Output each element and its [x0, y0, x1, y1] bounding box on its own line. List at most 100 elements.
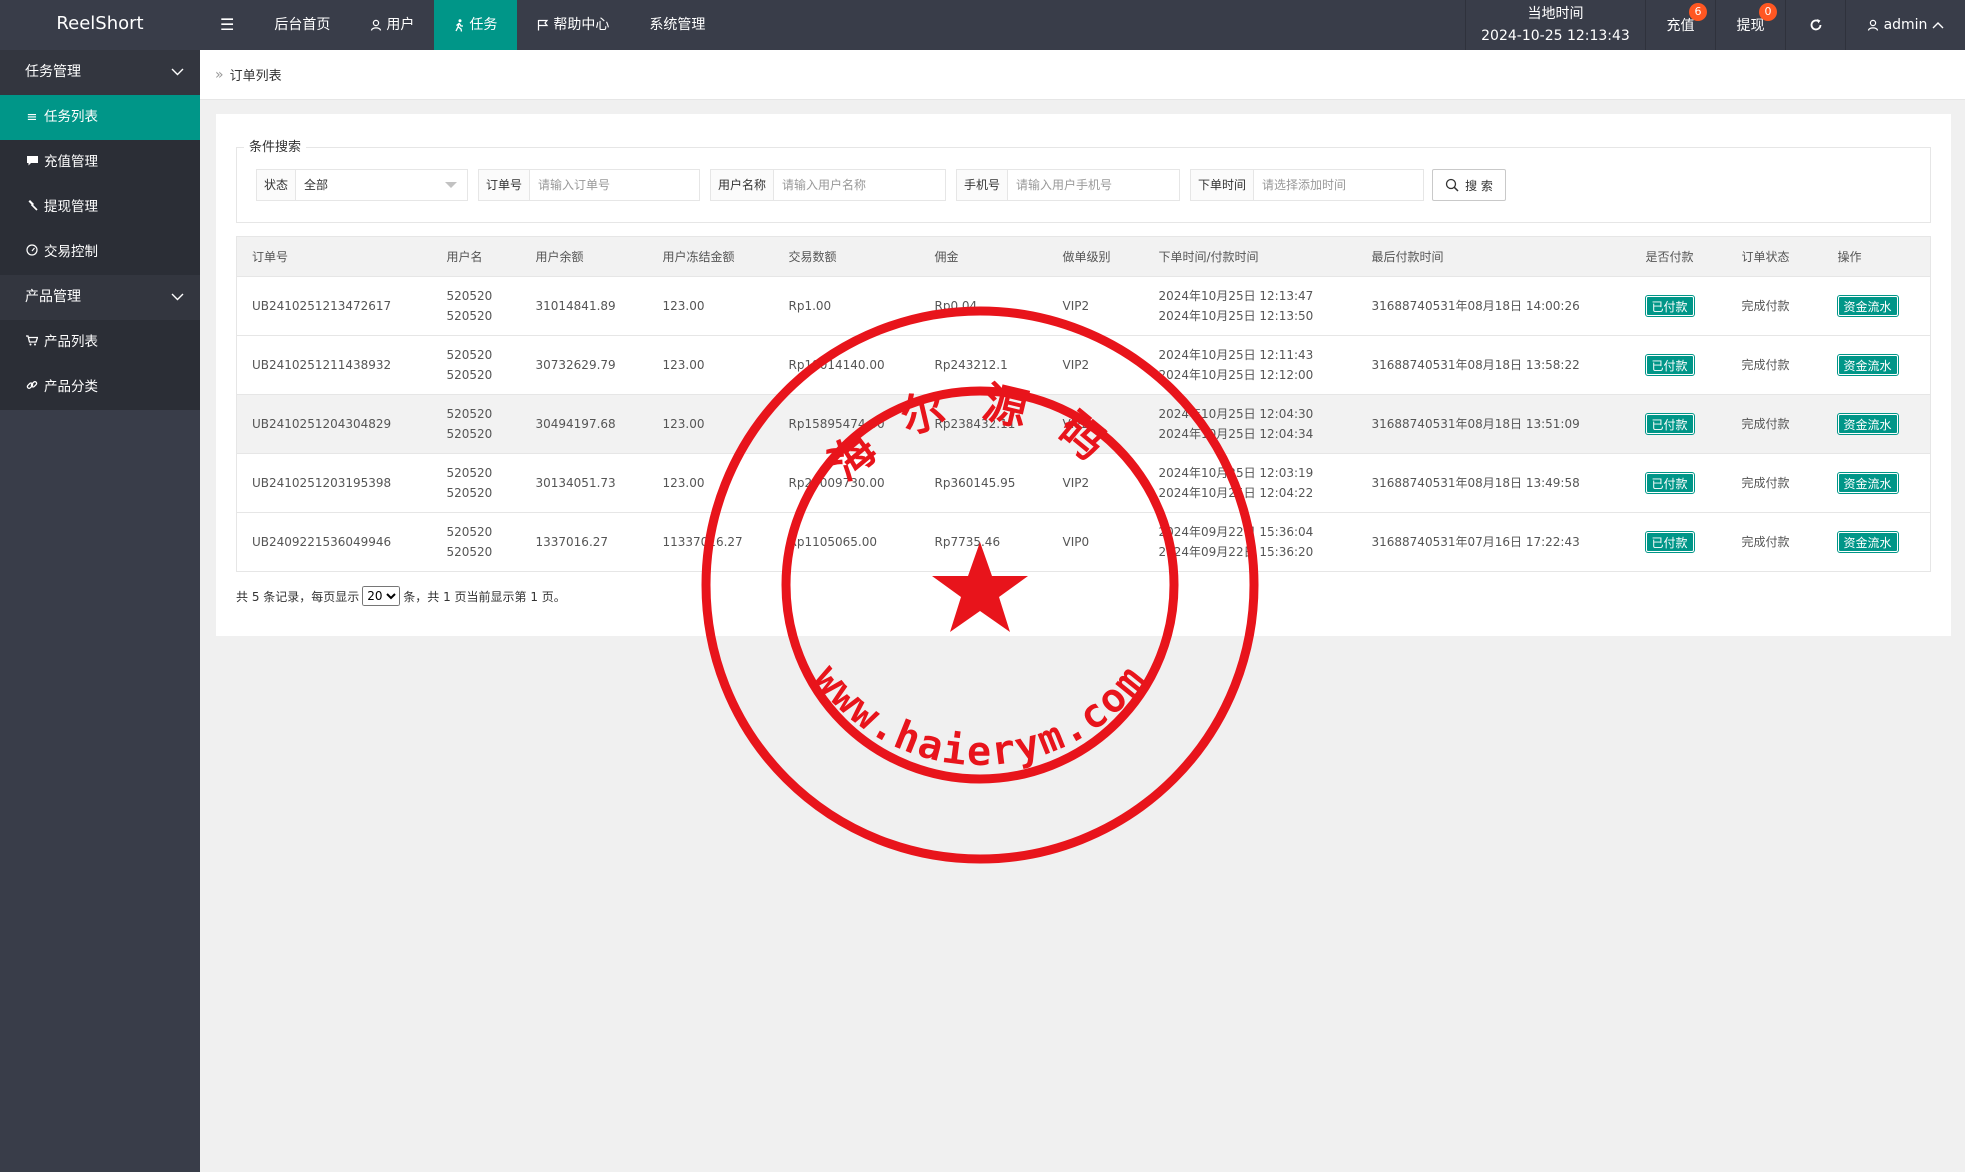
balance: 30732629.79: [535, 358, 616, 372]
cell-username: 520520 520520: [431, 512, 521, 572]
sidebar-item-label: 交易控制: [44, 244, 98, 260]
pager-suffix: 条，共 1 页当前显示第 1 页。: [403, 589, 566, 604]
search-button[interactable]: 搜 索: [1432, 169, 1506, 201]
recharge-badge: 6: [1689, 3, 1707, 21]
search-icon: [1445, 178, 1459, 192]
sidebar-item-recharge[interactable]: 充值管理: [0, 140, 200, 185]
withdraw-button[interactable]: 提现 0: [1715, 0, 1785, 50]
last-pay-time: 31688740531年07月16日 17:22:43: [1371, 535, 1580, 549]
sidebar-item-product-list[interactable]: 产品列表: [0, 320, 200, 365]
cell-commission: Rp238432.11: [919, 394, 1048, 454]
username-input[interactable]: [774, 170, 945, 200]
fund-flow-button[interactable]: 资金流水: [1836, 353, 1899, 376]
frozen-amount: 11337016.27: [662, 535, 743, 549]
trade-amount: Rp24009730.00: [788, 476, 885, 490]
phone-filter: 手机号: [956, 169, 1180, 201]
cell-status: 完成付款: [1726, 512, 1823, 572]
phone-label: 手机号: [957, 170, 1009, 200]
nav-item-user[interactable]: 用户: [350, 0, 434, 50]
order-time: 2024年10月25日 12:04:30: [1158, 407, 1314, 421]
cell-paid: 已付款: [1630, 453, 1727, 513]
cell-balance: 1337016.27: [520, 512, 648, 572]
link-icon: [25, 365, 39, 410]
app-logo[interactable]: ReelShort: [0, 0, 200, 50]
nav-item-system[interactable]: 系统管理: [629, 0, 725, 50]
sidebar-item-task-list[interactable]: ≡ 任务列表: [0, 95, 200, 140]
balance: 1337016.27: [535, 535, 609, 549]
search-legend: 条件搜索: [244, 136, 307, 155]
pagination: 共 5 条记录，每页显示 20 条，共 1 页当前显示第 1 页。: [236, 586, 566, 606]
username: 520520: [446, 525, 493, 539]
sidebar-item-trade-control[interactable]: 交易控制: [0, 230, 200, 275]
username: 520520: [446, 368, 493, 382]
username-label: 用户名称: [711, 170, 775, 200]
last-pay-time: 31688740531年08月18日 13:49:58: [1371, 476, 1580, 490]
breadcrumb-current[interactable]: 订单列表: [230, 65, 282, 84]
sidebar-group-task[interactable]: 任务管理: [0, 50, 200, 95]
user-icon: [371, 19, 382, 31]
col-amount: 交易数额: [773, 236, 920, 277]
cell-level: VIP0: [1047, 512, 1144, 572]
sidebar-item-label: 产品列表: [44, 334, 98, 350]
fund-flow-button[interactable]: 资金流水: [1836, 471, 1899, 494]
refresh-button[interactable]: [1785, 0, 1845, 50]
gavel-icon: [25, 185, 39, 230]
nav-item-task[interactable]: 任务: [434, 0, 518, 50]
col-paid: 是否付款: [1630, 236, 1727, 277]
time-input[interactable]: [1254, 170, 1423, 200]
trade-amount: Rp18014140.00: [788, 358, 885, 372]
fund-flow-button[interactable]: 资金流水: [1836, 294, 1899, 317]
last-pay-time: 31688740531年08月18日 13:51:09: [1371, 417, 1580, 431]
commission: Rp7735.46: [934, 535, 1001, 549]
sidebar-item-withdraw[interactable]: 提现管理: [0, 185, 200, 230]
cell-username: 520520 520520: [431, 276, 521, 336]
admin-menu[interactable]: admin: [1845, 0, 1965, 50]
sidebar-item-product-category[interactable]: 产品分类: [0, 365, 200, 410]
sidebar-group-product[interactable]: 产品管理: [0, 275, 200, 320]
fund-flow-button[interactable]: 资金流水: [1836, 530, 1899, 553]
cell-amount: Rp18014140.00: [773, 335, 920, 395]
sidebar-item-label: 任务列表: [44, 109, 98, 125]
commission: Rp0.04: [934, 299, 978, 313]
cell-amount: Rp15895474.00: [773, 394, 920, 454]
cell-last-pay: 31688740531年08月18日 14:00:26: [1356, 276, 1631, 336]
sidebar-item-label: 产品分类: [44, 379, 98, 395]
recharge-button[interactable]: 充值 6: [1645, 0, 1715, 50]
phone-input[interactable]: [1008, 170, 1179, 200]
commission: Rp243212.1: [934, 358, 1008, 372]
page-size-select[interactable]: 20: [362, 586, 401, 606]
col-last-pay: 最后付款时间: [1356, 236, 1631, 277]
order-input[interactable]: [530, 170, 699, 200]
cell-order-time: 2024年10月25日 12:04:30 2024年10月25日 12:04:34: [1143, 394, 1357, 454]
username-filter: 用户名称: [710, 169, 946, 201]
status-select[interactable]: 全部: [296, 170, 467, 200]
pay-time: 2024年09月22日 15:36:20: [1158, 545, 1314, 559]
status-value: 全部: [304, 178, 329, 192]
main-card: 条件搜索 状态 全部 订单号 用户名称 手机号 下单时间 搜 索 订单号 用户名…: [216, 114, 1951, 636]
order-status: 完成付款: [1741, 417, 1790, 431]
cell-commission: Rp0.04: [919, 276, 1048, 336]
orders-table: 订单号 用户名 用户余额 用户冻结金额 交易数额 佣金 做单级别 下单时间/付款…: [236, 236, 1931, 572]
cell-frozen: 123.00: [647, 453, 774, 513]
cell-order: UB2409221536049946: [236, 512, 432, 572]
nav-item-help[interactable]: 帮助中心: [517, 0, 629, 50]
cell-paid: 已付款: [1630, 276, 1727, 336]
cell-action: 资金流水: [1822, 394, 1931, 454]
order-time: 2024年10月25日 12:13:47: [1158, 289, 1314, 303]
cell-order-time: 2024年09月22日 15:36:04 2024年09月22日 15:36:20: [1143, 512, 1357, 572]
order-time: 2024年09月22日 15:36:04: [1158, 525, 1314, 539]
level: VIP2: [1062, 299, 1090, 313]
cell-balance: 30134051.73: [520, 453, 648, 513]
cell-level: VIP2: [1047, 453, 1144, 513]
menu-toggle-button[interactable]: ☰: [200, 0, 254, 50]
col-balance: 用户余额: [520, 236, 648, 277]
nav-item-label: 系统管理: [649, 17, 706, 33]
nav-item-home[interactable]: 后台首页: [254, 0, 350, 50]
status-label: 状态: [257, 170, 297, 200]
time-filter: 下单时间: [1190, 169, 1424, 201]
fund-flow-button[interactable]: 资金流水: [1836, 412, 1899, 435]
cell-paid: 已付款: [1630, 394, 1727, 454]
cell-order: UB2410251204304829: [236, 394, 432, 454]
cell-frozen: 123.00: [647, 276, 774, 336]
table-row: UB2410251203195398 520520 520520 30134051.7…: [236, 453, 1931, 513]
